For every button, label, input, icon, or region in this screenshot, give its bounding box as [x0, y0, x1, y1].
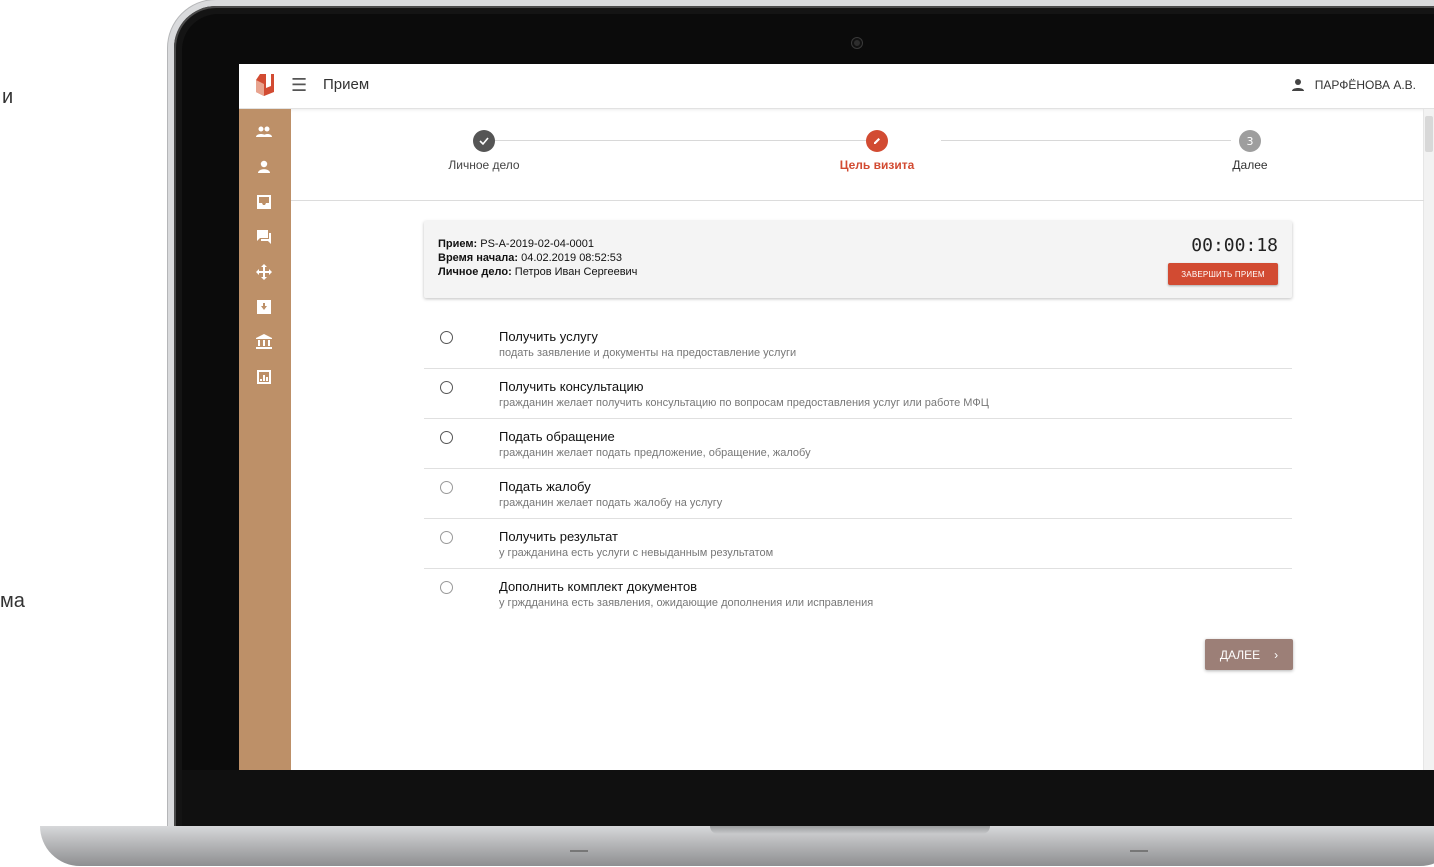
reception-id: PS-A-2019-02-04-0001 [480, 238, 594, 250]
reception-info-card: Прием: PS-A-2019-02-04-0001 Время начала… [424, 221, 1292, 298]
user-icon [1291, 79, 1304, 91]
option-description: гражданин желает получить консультацию п… [499, 397, 989, 409]
option-description: гражданин желает подать жалобу на услугу [499, 497, 723, 509]
option-title: Получить результат [499, 529, 618, 544]
visit-purpose-options: Получить услугу подать заявление и докум… [424, 319, 1292, 618]
top-bar: ☰ Прием ПАРФЁНОВА А.В. [239, 64, 1434, 109]
next-button[interactable]: ДАЛЕЕ › [1205, 639, 1293, 670]
radio-button[interactable] [440, 431, 453, 444]
option-submit-appeal[interactable]: Подать обращение гражданин желает подать… [424, 419, 1292, 469]
option-title: Подать жалобу [499, 479, 591, 494]
radio-button[interactable] [440, 581, 453, 594]
chevron-right-icon: › [1274, 647, 1279, 662]
case-label: Личное дело: [438, 266, 512, 278]
next-button-label: ДАЛЕЕ [1219, 647, 1261, 662]
reception-label: Прием: [438, 238, 478, 250]
archive-icon[interactable] [254, 297, 274, 317]
option-description: гражданин желает подать предложение, обр… [499, 447, 811, 459]
option-get-consultation[interactable]: Получить консультацию гражданин желает п… [424, 369, 1292, 419]
case-name: Петров Иван Сергеевич [514, 266, 638, 278]
start-time: 04.02.2019 08:52:53 [521, 252, 623, 264]
option-title: Подать обращение [499, 429, 615, 444]
radio-button[interactable] [440, 531, 453, 544]
radio-button[interactable] [440, 381, 453, 394]
option-submit-complaint[interactable]: Подать жалобу гражданин желает подать жа… [424, 469, 1292, 519]
edge-text-fragment: ма [0, 590, 25, 612]
start-time-label: Время начала: [438, 252, 519, 264]
bank-icon[interactable] [254, 332, 274, 352]
option-title: Дополнить комплект документов [499, 579, 698, 594]
step-number: 3 [1239, 130, 1261, 152]
option-get-service[interactable]: Получить услугу подать заявление и докум… [424, 319, 1292, 369]
scrollbar[interactable] [1423, 109, 1434, 770]
option-get-result[interactable]: Получить результат у гражданина есть усл… [424, 519, 1292, 569]
step-next[interactable]: 3 Далее [1190, 130, 1310, 172]
stepper: Личное дело Цель визита 3 Далее [291, 109, 1424, 201]
step-visit-purpose[interactable]: Цель визита [817, 130, 937, 172]
laptop-base-notch [710, 826, 990, 834]
option-supplement-documents[interactable]: Дополнить комплект документов у гржддани… [424, 569, 1292, 618]
step-personal-case[interactable]: Личное дело [424, 130, 544, 172]
person-icon[interactable] [254, 157, 274, 177]
option-description: у гражданина есть услуги с невыданным ре… [499, 547, 774, 559]
radio-button[interactable] [440, 331, 453, 344]
page-title: Прием [323, 76, 370, 93]
edge-text-fragment: и [2, 86, 14, 108]
step-label: Цель визита [839, 158, 915, 172]
people-icon[interactable] [254, 122, 274, 142]
user-menu[interactable]: ПАРФЁНОВА А.В. [1291, 78, 1416, 92]
user-name: ПАРФЁНОВА А.В. [1314, 78, 1416, 92]
inbox-icon[interactable] [254, 192, 274, 212]
screen-bottom-bezel [182, 770, 1434, 832]
laptop-slot [570, 850, 588, 852]
finish-reception-button[interactable]: ЗАВЕРШИТЬ ПРИЕМ [1168, 263, 1278, 285]
move-icon[interactable] [254, 262, 274, 282]
check-icon [473, 130, 495, 152]
hamburger-menu-icon[interactable]: ☰ [291, 75, 307, 97]
option-description: подать заявление и документы на предоста… [499, 347, 797, 359]
chart-icon[interactable] [254, 367, 274, 387]
pencil-icon [866, 130, 888, 152]
reception-timer: 00:00:18 [1191, 235, 1278, 256]
option-description: у грждданина есть заявления, ожидающие д… [499, 597, 874, 609]
laptop-slot [1130, 850, 1148, 852]
step-connector [941, 140, 1231, 141]
chat-icon[interactable] [254, 227, 274, 247]
camera-icon [852, 38, 862, 48]
option-title: Получить услугу [499, 329, 598, 344]
radio-button[interactable] [440, 481, 453, 494]
sidebar [239, 109, 291, 770]
reception-details: Прием: PS-A-2019-02-04-0001 Время начала… [438, 237, 637, 279]
scrollbar-thumb[interactable] [1425, 116, 1433, 152]
option-title: Получить консультацию [499, 379, 644, 394]
step-label: Личное дело [448, 158, 520, 172]
step-label: Далее [1232, 158, 1268, 172]
app-screen: ☰ Прием ПАРФЁНОВА А.В. Личное дело Цель … [239, 64, 1434, 770]
mfc-logo-icon[interactable] [253, 72, 277, 98]
